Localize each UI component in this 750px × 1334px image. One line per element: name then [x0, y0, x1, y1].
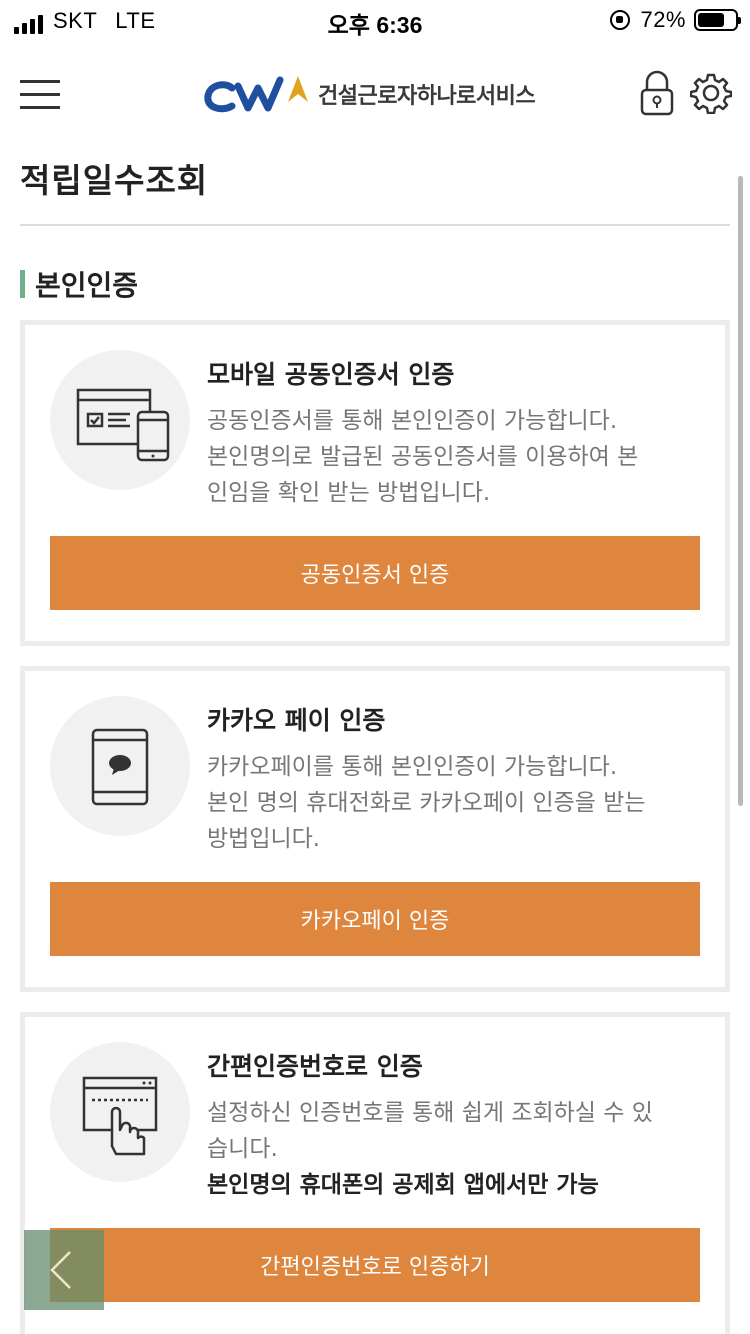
battery-fill: [698, 13, 724, 27]
desc-line: 공동인증서를 통해 본인인증이 가능합니다.: [207, 408, 618, 434]
battery-percent: 72%: [640, 7, 686, 32]
pin-touch-icon: [82, 1076, 158, 1156]
status-right: 72%: [610, 6, 741, 34]
app-header: 건설근로자하나로서비스: [0, 60, 750, 130]
desc-line: 방법입니다.: [207, 826, 321, 852]
battery-icon: [694, 9, 741, 31]
phone-chat-icon: [91, 728, 149, 806]
certificate-auth-card: 모바일 공동인증서 인증 공동인증서를 통해 본인인증이 가능합니다. 본인명의…: [20, 320, 730, 646]
app-logo: 건설근로자하나로서비스: [204, 72, 536, 116]
desc-line: 본인명의로 발급된 공동인증서를 이용하여 본: [207, 444, 639, 470]
certificate-icon-circle: [50, 350, 190, 490]
card-title: 모바일 공동인증서 인증: [207, 360, 455, 389]
card-description: 공동인증서를 통해 본인인증이 가능합니다. 본인명의로 발급된 공동인증서를 …: [207, 403, 707, 511]
logo-text: 건설근로자하나로서비스: [318, 84, 536, 109]
rotation-lock-icon: [610, 10, 631, 30]
pin-icon-circle: [50, 1042, 190, 1182]
desc-strong: 본인명의 휴대폰의 공제회 앱에서만 가능: [207, 1172, 599, 1198]
kakaopay-auth-button[interactable]: 카카오페이 인증: [50, 882, 700, 956]
chevron-left-icon: [50, 1251, 71, 1289]
desc-line: 본인 명의 휴대전화로 카카오페이 인증을 받는: [207, 790, 646, 816]
certificate-auth-button[interactable]: 공동인증서 인증: [50, 536, 700, 610]
desc-line: 카카오페이를 통해 본인인증이 가능합니다.: [207, 754, 618, 780]
section-marker: [20, 270, 25, 298]
pin-auth-card: 간편인증번호로 인증 설정하신 인증번호를 통해 쉽게 조회하실 수 있 습니다…: [20, 1012, 730, 1334]
card-title: 카카오 페이 인증: [207, 706, 386, 735]
certificate-device-icon: [76, 388, 170, 462]
pin-auth-button[interactable]: 간편인증번호로 인증하기: [50, 1228, 700, 1302]
desc-line: 설정하신 인증번호를 통해 쉽게 조회하실 수 있: [207, 1100, 653, 1126]
status-bar: SKT LTE 오후 6:36 72%: [0, 0, 750, 44]
section-heading: 본인인증: [20, 264, 138, 304]
card-title: 간편인증번호로 인증: [207, 1052, 423, 1081]
card-description: 카카오페이를 통해 본인인증이 가능합니다. 본인 명의 휴대전화로 카카오페이…: [207, 749, 707, 857]
cw-logo-mark: [204, 76, 308, 113]
desc-line: 인임을 확인 받는 방법입니다.: [207, 480, 491, 506]
gear-icon[interactable]: [690, 72, 732, 114]
back-button[interactable]: [24, 1230, 104, 1310]
kakaopay-auth-card: 카카오 페이 인증 카카오페이를 통해 본인인증이 가능합니다. 본인 명의 휴…: [20, 666, 730, 992]
scrollbar[interactable]: [738, 176, 743, 806]
card-description: 설정하신 인증번호를 통해 쉽게 조회하실 수 있 습니다. 본인명의 휴대폰의…: [207, 1095, 707, 1203]
lock-icon[interactable]: [640, 70, 674, 116]
page-title: 적립일수조회: [20, 161, 209, 200]
kakaopay-icon-circle: [50, 696, 190, 836]
section-title: 본인인증: [35, 269, 139, 302]
desc-line: 습니다.: [207, 1136, 278, 1162]
title-divider: [20, 224, 730, 226]
menu-icon[interactable]: [20, 80, 60, 110]
